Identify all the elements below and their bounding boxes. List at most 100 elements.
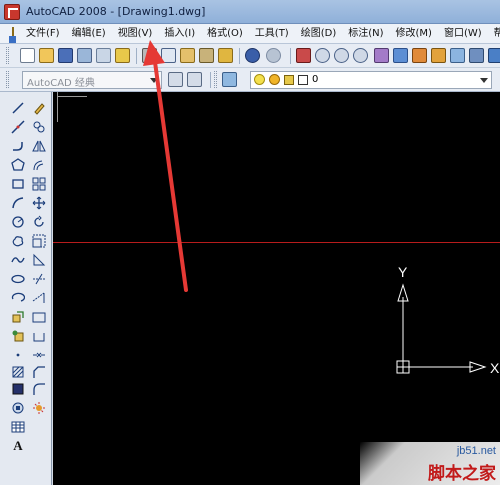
title-bar[interactable]: AutoCAD 2008 - [Drawing1.dwg] [0,0,500,24]
toolbar-grip[interactable] [214,71,217,88]
chevron-down-icon[interactable] [150,78,158,83]
publish-icon[interactable] [115,48,130,63]
menu-edit[interactable]: 编辑(E) [66,24,112,44]
multiline-text-icon[interactable]: A [10,438,26,454]
scale-icon[interactable] [31,233,47,249]
paste-icon[interactable] [180,48,195,63]
crosshair-horizontal [53,242,500,243]
copy-object-icon[interactable] [31,119,47,135]
window-title: AutoCAD 2008 - [Drawing1.dwg] [26,5,206,18]
extend-icon[interactable] [31,290,47,306]
chevron-down-icon[interactable] [480,78,488,83]
gradient-icon[interactable] [10,381,26,397]
menu-dimension[interactable]: 标注(N) [342,24,389,44]
properties-icon[interactable] [374,48,389,63]
cut-icon[interactable] [142,48,157,63]
workspace-value: AutoCAD 经典 [27,78,95,89]
ellipse-icon[interactable] [10,271,26,287]
menu-tools[interactable]: 工具(T) [249,24,295,44]
design-center-icon[interactable] [393,48,408,63]
workspace-select[interactable]: AutoCAD 经典 [22,71,162,89]
menu-insert[interactable]: 插入(I) [158,24,201,44]
mirror-icon[interactable] [31,138,47,154]
crosshair-corner [57,96,87,97]
standard-toolbar [0,44,500,68]
point-icon[interactable] [10,347,26,363]
menu-help[interactable]: 帮 [488,24,500,44]
ellipse-arc-icon[interactable] [10,290,26,306]
tool-palettes-icon[interactable] [412,48,427,63]
move-icon[interactable] [31,195,47,211]
break-icon[interactable] [31,328,47,344]
trim-icon[interactable] [31,271,47,287]
sheet-set-icon[interactable] [431,48,446,63]
markup-icon[interactable] [450,48,465,63]
lock-icon[interactable] [284,75,294,85]
revision-cloud-icon[interactable] [10,233,26,249]
line-icon[interactable] [10,100,26,116]
insert-block-icon[interactable] [10,309,26,325]
make-block-icon[interactable] [10,328,26,344]
layers-toolbar: AutoCAD 经典 0 [0,68,500,92]
region-icon[interactable] [10,400,26,416]
open-icon[interactable] [39,48,54,63]
redo-icon[interactable] [266,48,281,63]
hatch-icon[interactable] [10,364,26,380]
new-icon[interactable] [20,48,35,63]
document-icon[interactable] [9,26,16,43]
layer-select[interactable]: 0 [250,71,492,89]
save-icon[interactable] [58,48,73,63]
toolbar-grip[interactable] [6,71,9,88]
autocad-app-icon[interactable] [4,4,20,20]
layer-name: 0 [312,74,319,85]
toolbar-separator [136,48,137,64]
stretch-icon[interactable] [31,252,47,268]
menu-file[interactable]: 文件(F) [20,24,66,44]
erase-icon[interactable] [31,100,47,116]
plot-preview-icon[interactable] [96,48,111,63]
match-properties-icon[interactable] [199,48,214,63]
explode-icon[interactable] [31,400,47,416]
polyline-icon[interactable] [10,138,26,154]
autocad-window: AutoCAD 2008 - [Drawing1.dwg] 文件(F) 编辑(E… [0,0,500,485]
help-icon[interactable] [488,48,500,63]
circle-icon[interactable] [10,214,26,230]
drawing-canvas[interactable]: Y X jb51.net 脚本之家 [53,92,500,485]
menu-draw[interactable]: 绘图(D) [295,24,343,44]
calculator-icon[interactable] [469,48,484,63]
zoom-realtime-icon[interactable] [315,48,330,63]
fillet-icon[interactable] [31,381,47,397]
break-at-point-icon[interactable] [31,309,47,325]
toolbar-grip[interactable] [6,47,9,64]
lightbulb-icon[interactable] [254,74,265,85]
array-icon[interactable] [31,176,47,192]
zoom-window-icon[interactable] [334,48,349,63]
toolbar-separator [210,72,211,88]
workspace-settings-icon[interactable] [168,72,183,87]
layer-manager-icon[interactable] [222,72,237,87]
spline-icon[interactable] [10,252,26,268]
copy-icon[interactable] [161,48,176,63]
zoom-previous-icon[interactable] [353,48,368,63]
offset-icon[interactable] [31,157,47,173]
arc-icon[interactable] [10,195,26,211]
block-editor-icon[interactable] [218,48,233,63]
chamfer-icon[interactable] [31,364,47,380]
sun-icon[interactable] [269,74,280,85]
table-icon[interactable] [10,419,26,435]
rotate-icon[interactable] [31,214,47,230]
rectangle-icon[interactable] [10,176,26,192]
menu-view[interactable]: 视图(V) [112,24,159,44]
undo-icon[interactable] [245,48,260,63]
construction-line-icon[interactable] [10,119,26,135]
menu-window[interactable]: 窗口(W) [438,24,488,44]
save-workspace-icon[interactable] [187,72,202,87]
menu-format[interactable]: 格式(O) [201,24,249,44]
pan-icon[interactable] [296,48,311,63]
plot-icon[interactable] [77,48,92,63]
ucs-x-label: X [490,360,500,376]
polygon-icon[interactable] [10,157,26,173]
menu-modify[interactable]: 修改(M) [390,24,438,44]
watermark-url: jb51.net [456,445,496,457]
join-icon[interactable] [31,347,47,363]
